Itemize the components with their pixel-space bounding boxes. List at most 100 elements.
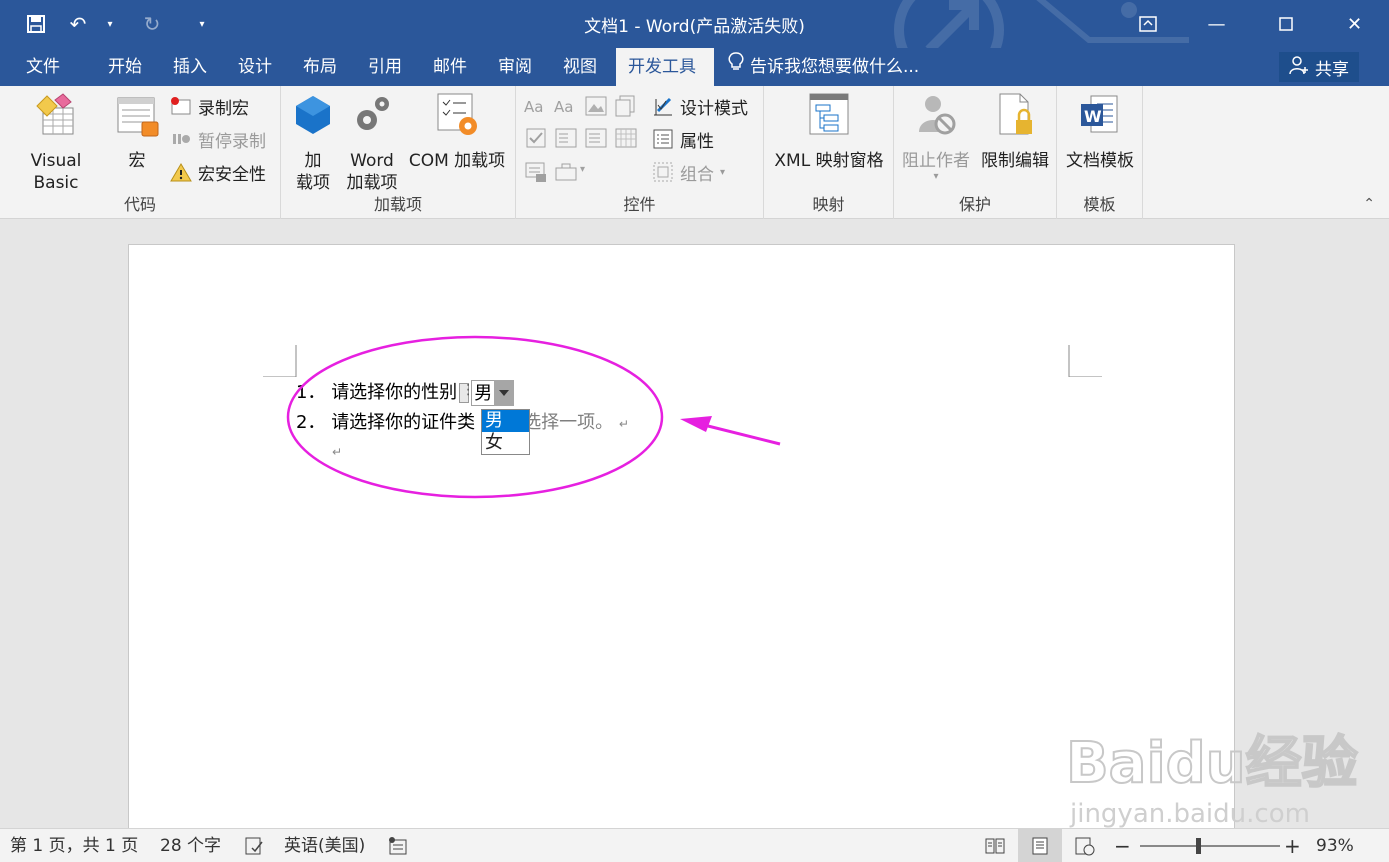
ribbon-display-options-icon[interactable] [1113,0,1182,48]
group-protect-label: 保护 [958,195,991,214]
combo-box-control-icon[interactable] [554,126,578,150]
document-template-button[interactable]: W 文档模板 [1061,92,1139,172]
zoom-in-button[interactable]: + [1284,829,1301,862]
window-controls: — ✕ [1113,0,1389,48]
pause-recording-button[interactable]: 暂停录制 [170,125,266,153]
addins-icon [296,96,330,134]
design-mode-icon [652,95,674,117]
tab-review[interactable]: 审阅 [486,48,544,86]
option-female[interactable]: 女 [482,432,529,454]
id-type-placeholder[interactable]: 选择一项。 [523,412,613,433]
record-macro-icon [170,95,192,117]
repeating-section-control-icon[interactable] [524,160,548,184]
tell-me-box[interactable]: 告诉我您想要做什么... [728,48,919,86]
zoom-level[interactable]: 93% [1316,829,1354,862]
check-box-control-icon[interactable] [524,126,548,150]
com-addins-button[interactable]: COM 加载项 [403,92,511,172]
zoom-out-button[interactable]: − [1114,829,1131,862]
document-area: 1． 请选择你的性别男 2． 请选择你的证件类 选择一项。 ↵ ↵ 男 女 [0,220,1389,844]
share-button[interactable]: 共享 [1279,52,1359,82]
language[interactable]: 英语(美国) [284,829,365,862]
date-picker-control-icon[interactable] [614,126,638,150]
gender-dropdown-control[interactable]: 男 [471,380,515,406]
tab-mailings[interactable]: 邮件 [421,48,479,86]
print-layout-icon[interactable] [1018,829,1062,862]
legacy-tools-dropdown-icon[interactable]: ▾ [580,164,585,175]
xml-mapping-icon [809,93,849,135]
picture-control-icon[interactable] [584,94,608,118]
record-macro-button[interactable]: 录制宏 [170,92,249,120]
collapse-ribbon-icon[interactable]: ⌃ [1363,196,1375,212]
dropdown-arrow-icon[interactable] [494,380,515,406]
visual-basic-icon [36,93,74,135]
macros-icon [117,97,159,137]
proofing-icon[interactable] [244,829,264,862]
group-controls-label: 控件 [623,195,656,214]
tab-design[interactable]: 设计 [226,48,284,86]
tab-home[interactable]: 开始 [96,48,154,86]
drop-down-list-control-icon[interactable] [584,126,608,150]
xml-mapping-pane-button[interactable]: XML 映射窗格 [768,92,890,172]
group-addins: 加 载项 Word 加载项 COM 加载项 加载项 [281,86,516,219]
tab-insert[interactable]: 插入 [161,48,219,86]
list-item-1: 1． 请选择你的性别男 [296,378,515,406]
tab-developer[interactable]: 开发工具 [616,48,714,86]
macro-recording-icon[interactable] [388,829,408,862]
margin-mark-top-left [263,345,297,377]
legacy-tools-icon[interactable] [554,160,578,184]
group-addins-label: 加载项 [373,195,422,214]
block-authors-dropdown-icon: ▾ [933,171,939,182]
content-control-handle[interactable] [459,382,475,403]
group-protect: 阻止作者 ▾ 限制编辑 保护 [894,86,1057,219]
option-male[interactable]: 男 [482,410,529,432]
visual-basic-button[interactable]: Visual Basic [6,92,106,194]
lightbulb-icon [728,48,744,86]
block-authors-button[interactable]: 阻止作者 ▾ [898,92,974,182]
tab-references[interactable]: 引用 [356,48,414,86]
close-icon[interactable]: ✕ [1320,0,1389,48]
addins-button[interactable]: 加 载项 [287,92,339,194]
restrict-editing-icon [999,93,1032,135]
ribbon-tabs: 文件 开始 插入 设计 布局 引用 邮件 审阅 视图 开发工具 告诉我您想要做什… [0,48,1389,86]
restrict-editing-button[interactable]: 限制编辑 [976,92,1054,172]
macros-label: 宏 [128,151,146,171]
gears-icon [357,97,389,130]
word-addins-button[interactable]: Word 加载项 [343,92,401,194]
minimize-icon[interactable]: — [1182,0,1251,48]
macros-button[interactable]: 宏 [112,92,162,172]
group-templates-label: 模板 [1083,195,1116,214]
question-2-text: 请选择你的证件类 [331,412,476,433]
group-dropdown-icon: ▾ [720,166,726,178]
design-mode-button[interactable]: 设计模式 [652,92,748,120]
tell-me-placeholder: 告诉我您想要做什么... [750,57,920,77]
building-block-control-icon[interactable] [614,94,638,118]
rich-text-control-icon[interactable]: Aa [524,94,548,118]
tab-view[interactable]: 视图 [551,48,609,86]
com-addins-icon [437,93,477,135]
svg-text:Aa: Aa [554,98,573,116]
group-icon [652,161,674,183]
page-count[interactable]: 第 1 页，共 1 页 [10,829,138,862]
dropdown-options-list: 男 女 [481,409,530,455]
zoom-slider-thumb[interactable] [1196,838,1201,854]
svg-text:Aa: Aa [524,98,543,116]
group-mapping-label: 映射 [812,195,845,214]
web-layout-icon[interactable] [1074,829,1096,862]
properties-button[interactable]: 属性 [652,125,714,153]
margin-mark-top-right [1068,345,1102,377]
zoom-slider-track[interactable] [1140,845,1280,847]
document-page[interactable]: 1． 请选择你的性别男 2． 请选择你的证件类 选择一项。 ↵ ↵ 男 女 [128,244,1235,844]
read-mode-icon[interactable] [984,829,1006,862]
properties-icon [652,128,674,150]
person-add-icon [1289,55,1309,80]
group-code-label: 代码 [123,195,156,214]
paragraph-mark: ↵ [332,445,343,459]
group-templates: W 文档模板 模板 [1057,86,1143,219]
plain-text-control-icon[interactable]: Aa [554,94,578,118]
maximize-icon[interactable] [1251,0,1320,48]
macro-security-button[interactable]: 宏安全性 [170,158,266,186]
group-button[interactable]: 组合 ▾ [652,158,725,186]
tab-layout[interactable]: 布局 [291,48,349,86]
word-count[interactable]: 28 个字 [160,829,221,862]
tab-file[interactable]: 文件 [14,48,72,86]
